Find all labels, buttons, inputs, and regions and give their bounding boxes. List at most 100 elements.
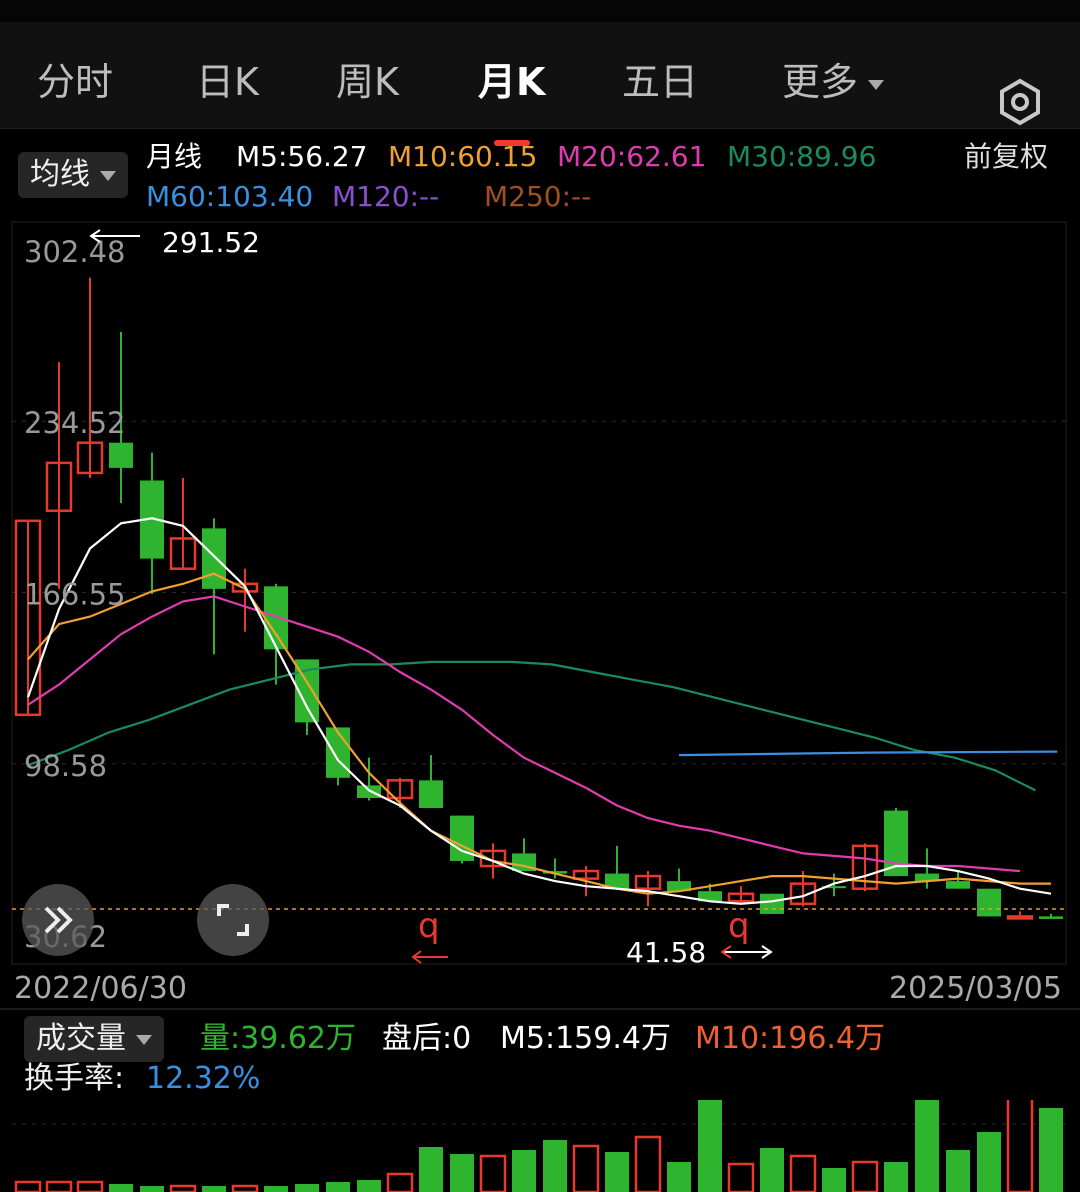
candle-body [419, 780, 443, 809]
volume-bar [512, 1150, 536, 1192]
volume-indicator-label: 成交量 [36, 1021, 126, 1056]
expand-button[interactable] [22, 884, 94, 956]
ma-m10-value: M10:60.15 [388, 140, 538, 173]
volume-bar [605, 1152, 629, 1192]
candle-body [760, 893, 784, 914]
candle-body [109, 442, 133, 468]
candlestick-chart[interactable]: 302.48234.52166.5598.5830.62 291.52 41.5… [0, 220, 1080, 966]
ma-line-m60 [678, 750, 1058, 757]
tab-more-label: 更多 [782, 60, 859, 104]
price-tick-label: 166.55 [24, 578, 125, 612]
volume-bar [264, 1186, 288, 1192]
volume-bar [851, 1160, 879, 1192]
price-tick-label: 234.52 [24, 406, 125, 440]
tab-five-day[interactable]: 五日 [622, 60, 698, 104]
ma-m120-value: M120:-- [332, 180, 440, 213]
tab-weekly-k[interactable]: 周K [336, 60, 399, 104]
ma-line-m20 [27, 595, 1021, 873]
ma-m30-value: M30:89.96 [727, 140, 877, 173]
volume-bar [727, 1162, 755, 1192]
volume-chart[interactable] [0, 1100, 1080, 1192]
fullscreen-button[interactable] [197, 884, 269, 956]
volume-bar [450, 1154, 474, 1192]
high-price-label: 291.52 [162, 226, 260, 259]
volume-bar [419, 1147, 443, 1192]
low-price-label: 41.58 [626, 936, 706, 966]
volume-bar [357, 1180, 381, 1192]
price-ticks: 302.48234.52166.5598.5830.62 [24, 235, 125, 954]
chevron-down-icon [100, 170, 116, 181]
ma-m20-value: M20:62.61 [557, 140, 707, 173]
volume-bar [698, 1100, 722, 1192]
ma-type-dropdown[interactable]: 均线 [18, 152, 128, 198]
tab-more[interactable]: 更多 [782, 60, 885, 104]
volume-bar [789, 1154, 817, 1192]
candle-body [357, 785, 381, 798]
candle-body [946, 881, 970, 889]
signal-marker: q [728, 906, 750, 946]
volume-bar [667, 1162, 691, 1192]
tab-intraday[interactable]: 分时 [37, 60, 113, 104]
ma-line-m30 [27, 660, 1036, 792]
period-tabs: 分时 日K 周K 月K 五日 更多 [0, 22, 1080, 146]
volume-value: 量:39.62万 [200, 1021, 356, 1056]
ma-period-label: 月线 [146, 140, 203, 173]
status-strip [0, 0, 1080, 22]
fullscreen-icon [217, 904, 249, 936]
candle-body [202, 528, 226, 589]
volume-bar [884, 1162, 908, 1192]
volume-bars [14, 1100, 1063, 1192]
volume-bar [109, 1184, 133, 1192]
volume-bar [479, 1154, 507, 1192]
volume-bar [572, 1144, 600, 1192]
candle-body [264, 586, 288, 650]
candle-body [1039, 916, 1063, 919]
signal-marker-label: q [728, 906, 750, 946]
volume-bar [326, 1182, 350, 1192]
turnover-label: 换手率: [24, 1061, 125, 1096]
signal-marker-label: q [418, 906, 440, 946]
adjust-mode-button[interactable]: 前复权 [964, 140, 1048, 174]
settings-icon[interactable] [996, 78, 1044, 126]
after-hours-volume: 盘后:0 [382, 1021, 472, 1056]
date-end-label: 2025/03/05 [889, 971, 1062, 1006]
volume-bar [543, 1140, 567, 1192]
candles [14, 277, 1063, 920]
turnover-value: 12.32% [146, 1061, 261, 1096]
double-chevron-right-icon [44, 906, 73, 934]
volume-bar [977, 1132, 1001, 1192]
volume-bar [169, 1184, 197, 1192]
volume-bar [45, 1180, 73, 1192]
volume-bar [231, 1184, 259, 1192]
price-tick-label: 302.48 [24, 235, 125, 269]
price-tick-label: 98.58 [24, 749, 107, 783]
candle-body [977, 888, 1001, 917]
volume-bar [946, 1150, 970, 1192]
volume-bar [1006, 1100, 1034, 1192]
volume-m10-value: M10:196.4万 [695, 1021, 886, 1056]
ma-m60-value: M60:103.40 [146, 180, 314, 213]
chevron-down-icon [136, 1034, 152, 1045]
signal-marker: q [411, 906, 448, 964]
volume-bar [202, 1186, 226, 1192]
divider [0, 1008, 1080, 1010]
volume-bar [14, 1180, 42, 1192]
candle-body [1006, 915, 1034, 920]
volume-bar [140, 1186, 164, 1192]
volume-m5-value: M5:159.4万 [500, 1021, 671, 1056]
volume-bar [634, 1135, 662, 1192]
volume-bar [76, 1180, 104, 1192]
ma-type-label: 均线 [30, 157, 90, 192]
volume-bar [822, 1168, 846, 1192]
chevron-down-icon [868, 79, 885, 90]
volume-indicator-dropdown[interactable]: 成交量 [24, 1016, 164, 1062]
volume-bar [1039, 1108, 1063, 1192]
volume-bar [760, 1148, 784, 1192]
ma-m5-value: M5:56.27 [236, 140, 368, 173]
ma-m250-value: M250:-- [484, 180, 592, 213]
candle-body [326, 727, 350, 778]
volume-bar [295, 1184, 319, 1192]
tab-daily-k[interactable]: 日K [196, 60, 259, 104]
volume-bar [386, 1172, 414, 1192]
tab-monthly-k[interactable]: 月K [478, 60, 545, 104]
